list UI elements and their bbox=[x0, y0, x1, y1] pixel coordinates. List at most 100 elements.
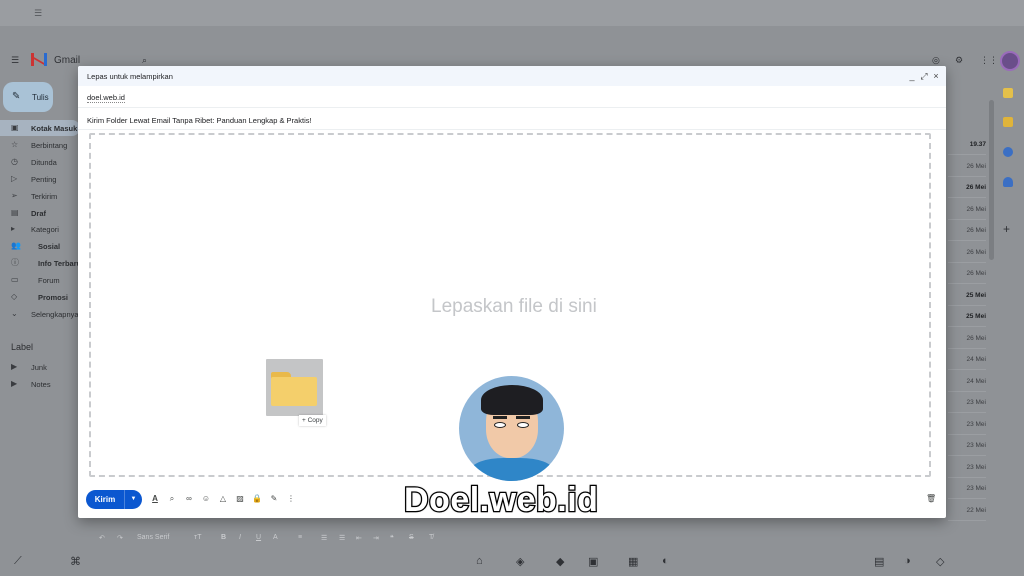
quote-icon[interactable]: ❝ bbox=[390, 534, 394, 542]
inbox-scrollbar[interactable] bbox=[989, 100, 994, 260]
indent-less-icon[interactable]: ⇤ bbox=[356, 534, 362, 542]
signature-icon[interactable]: ✎ bbox=[269, 494, 279, 504]
message-date: 26 Mei bbox=[948, 328, 986, 349]
attach-icon[interactable]: ⌕ bbox=[167, 494, 177, 504]
underline-icon[interactable]: U bbox=[256, 534, 261, 541]
bulleted-list-icon[interactable]: ☰ bbox=[339, 534, 345, 542]
keep-icon[interactable] bbox=[1003, 117, 1013, 127]
message-date: 25 Mei bbox=[948, 285, 986, 306]
sidebar-item-label: Terkirim bbox=[31, 191, 58, 201]
sidebar-item[interactable]: ▷ Penting bbox=[0, 171, 80, 187]
align-icon[interactable]: ≡ bbox=[298, 534, 302, 541]
taskbar-app-icon[interactable]: ◐ bbox=[662, 555, 669, 567]
message-date: 26 Mei bbox=[948, 242, 986, 263]
taskbar-tray-icon[interactable]: ◑ bbox=[904, 555, 911, 567]
sidebar-item[interactable]: ◷ Ditunda bbox=[0, 154, 80, 170]
undo-icon[interactable]: ↶ bbox=[99, 534, 105, 542]
dragged-folder[interactable] bbox=[266, 359, 323, 416]
indent-more-icon[interactable]: ⇥ bbox=[373, 534, 379, 542]
compose-button[interactable]: ✎ Tulis bbox=[3, 82, 53, 112]
sidebar-item[interactable]: 👥 Sosial bbox=[0, 238, 80, 254]
font-size-icon[interactable]: тT bbox=[194, 534, 201, 541]
numbered-list-icon[interactable]: ☰ bbox=[321, 534, 327, 542]
taskbar-app-icon[interactable]: ⌂ bbox=[476, 555, 483, 567]
sidebar-item-label: Ditunda bbox=[31, 157, 57, 167]
tasks-icon[interactable] bbox=[1003, 147, 1013, 157]
drive-icon[interactable]: △ bbox=[218, 494, 228, 504]
subject-field[interactable]: Kirim Folder Lewat Email Tanpa Ribet: Pa… bbox=[78, 108, 946, 130]
sidebar-item[interactable]: ☆ Berbintang bbox=[0, 137, 80, 153]
text-color-icon[interactable]: A bbox=[273, 534, 278, 541]
emoji-icon[interactable]: ☺ bbox=[201, 494, 211, 504]
more-options-icon[interactable]: ⋮ bbox=[286, 494, 296, 504]
italic-icon[interactable]: I bbox=[239, 534, 241, 541]
search-icon[interactable]: ⌕ bbox=[142, 55, 147, 66]
taskbar-tray-icon[interactable]: ◇ bbox=[936, 555, 944, 568]
label-icon: ▶ bbox=[11, 379, 18, 388]
contacts-icon[interactable] bbox=[1003, 177, 1013, 187]
message-date: 24 Mei bbox=[948, 349, 986, 370]
photo-icon[interactable]: ▨ bbox=[235, 494, 245, 504]
sidebar-item[interactable]: ▭ Forum bbox=[0, 272, 80, 288]
label-item[interactable]: ▶ Junk bbox=[0, 359, 80, 375]
message-date: 26 Mei bbox=[948, 177, 986, 198]
sidebar-item-label: Draf bbox=[31, 208, 47, 218]
sidebar-item[interactable]: ➢ Terkirim bbox=[0, 188, 80, 204]
taskbar-app-icon[interactable]: ⌘ bbox=[70, 555, 81, 568]
label-item[interactable]: ▶ Notes bbox=[0, 376, 80, 392]
apps-icon[interactable]: ⋮⋮ bbox=[980, 55, 998, 66]
settings-icon[interactable]: ⚙ bbox=[955, 55, 963, 66]
sidebar-item[interactable]: ⓘ Info Terbaru bbox=[0, 255, 81, 271]
message-date: 26 Mei bbox=[948, 156, 986, 177]
font-family-select[interactable]: Sans Serif bbox=[137, 534, 169, 541]
lock-icon[interactable]: 🔒 bbox=[252, 494, 262, 504]
message-date: 23 Mei bbox=[948, 414, 986, 435]
watermark-text: Doel.web.id bbox=[403, 480, 599, 521]
add-addon-icon[interactable]: + bbox=[1003, 222, 1010, 236]
taskbar-app-icon[interactable]: ▦ bbox=[628, 555, 638, 568]
taskbar-app-icon[interactable]: ◈ bbox=[516, 555, 524, 568]
strikethrough-icon[interactable]: S bbox=[409, 534, 414, 541]
taskbar-tray-icon[interactable]: ▤ bbox=[874, 555, 884, 568]
message-date: 26 Mei bbox=[948, 199, 986, 220]
taskbar-app-icon[interactable]: ⟋ bbox=[14, 555, 22, 568]
redo-icon[interactable]: ↷ bbox=[117, 534, 123, 542]
discard-draft-icon[interactable]: 🗑 bbox=[926, 494, 936, 503]
help-icon[interactable]: ◎ bbox=[932, 55, 940, 66]
main-menu-icon[interactable]: ☰ bbox=[11, 55, 19, 66]
send-button[interactable]: Kirim ▼ bbox=[86, 490, 142, 509]
side-panel-rail: + bbox=[998, 80, 1024, 520]
calendar-icon[interactable] bbox=[1003, 88, 1013, 98]
recipient-chip[interactable]: doel.web.id bbox=[87, 93, 125, 103]
taskbar-app-icon[interactable]: ▣ bbox=[588, 555, 598, 568]
sidebar-item[interactable]: ▤ Draf bbox=[0, 205, 80, 221]
sidebar-item[interactable]: ⌄ Selengkapnya bbox=[0, 306, 80, 322]
schedule-send-dropdown-icon[interactable]: ▼ bbox=[124, 490, 142, 509]
people-icon: 👥 bbox=[11, 241, 21, 251]
remove-format-icon[interactable]: T̸ bbox=[429, 534, 433, 541]
sidebar-item[interactable]: ▸ Kategori bbox=[0, 221, 80, 237]
menu-icon[interactable]: ☰ bbox=[34, 8, 42, 19]
sidebar-item-label: Selengkapnya bbox=[31, 309, 79, 319]
text-format-icon[interactable]: A bbox=[150, 494, 160, 504]
sidebar-item-label: Sosial bbox=[38, 242, 61, 252]
compose-button-label: Tulis bbox=[32, 93, 49, 102]
expand-icon[interactable]: ⤢ bbox=[918, 69, 930, 83]
sidebar-item[interactable]: ▣ Kotak Masuk bbox=[0, 120, 80, 136]
sidebar-item-label: Kategori bbox=[31, 225, 59, 235]
drag-copy-badge: + Copy bbox=[299, 415, 326, 426]
sidebar-item[interactable]: ◇ Promosi bbox=[0, 289, 80, 305]
close-icon[interactable]: × bbox=[930, 69, 942, 83]
link-icon[interactable]: ∞ bbox=[184, 494, 194, 504]
clock-icon: ◷ bbox=[11, 156, 18, 166]
message-date: 23 Mei bbox=[948, 435, 986, 456]
message-date: 23 Mei bbox=[948, 392, 986, 413]
account-avatar[interactable] bbox=[1000, 51, 1020, 71]
gmail-app-name: Gmail bbox=[54, 55, 81, 66]
minimize-icon[interactable]: _ bbox=[906, 69, 918, 83]
subject-value: Kirim Folder Lewat Email Tanpa Ribet: Pa… bbox=[87, 116, 312, 125]
bold-icon[interactable]: B bbox=[221, 534, 226, 541]
taskbar-app-icon[interactable]: ◆ bbox=[556, 555, 564, 568]
pencil-icon: ✎ bbox=[12, 91, 21, 102]
recipient-field[interactable]: doel.web.id bbox=[78, 86, 946, 108]
